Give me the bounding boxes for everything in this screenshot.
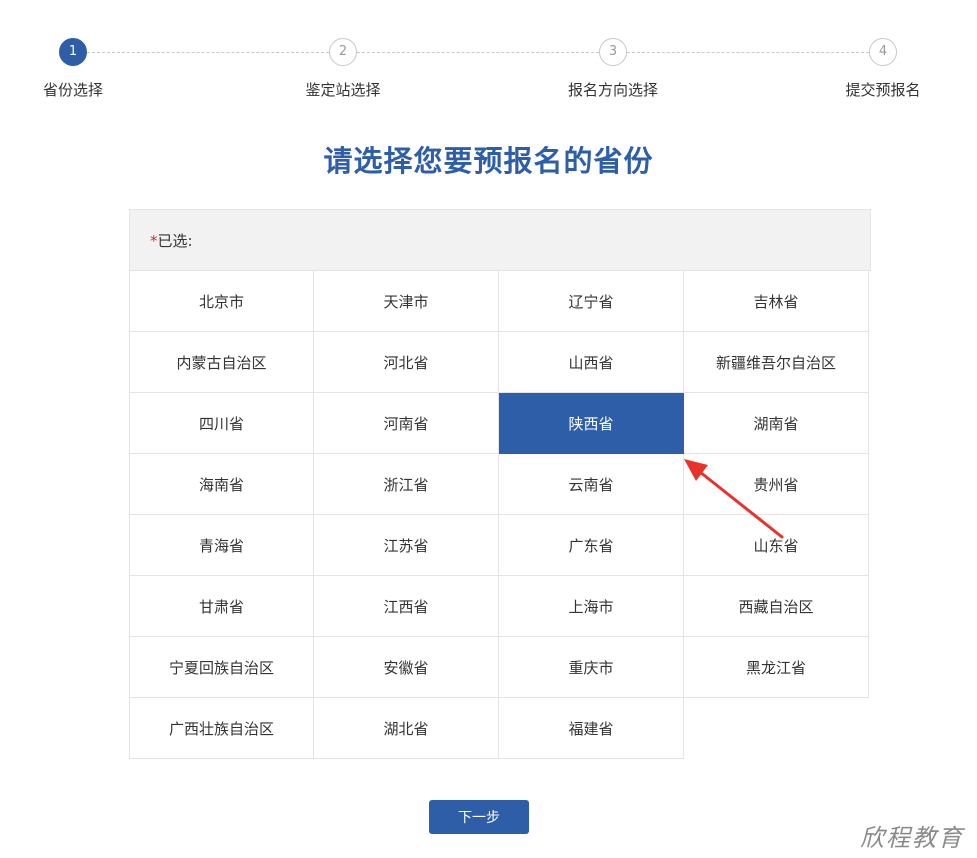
province-option[interactable]: 青海省	[129, 515, 314, 576]
province-grid: 北京市 天津市 辽宁省 吉林省内蒙古自治区 河北省 山西省 新疆维吾尔自治区四川省 河南省 陕西…	[129, 271, 871, 759]
step-connector	[357, 52, 599, 53]
watermark: 欣程教育	[860, 824, 964, 852]
province-option[interactable]: 辽宁省	[499, 271, 684, 332]
province-selector: *已选: 北京市 天津市 辽宁省 吉林省内蒙古自治区 河北省 山西省 新疆维吾尔自治区四川省…	[129, 209, 871, 759]
province-option[interactable]: 山东省	[684, 515, 869, 576]
province-option[interactable]: 北京市	[129, 271, 314, 332]
province-option[interactable]: 安徽省	[314, 637, 499, 698]
required-marker: *	[150, 232, 158, 250]
province-option[interactable]: 广西壮族自治区	[129, 698, 314, 759]
province-option[interactable]: 海南省	[129, 454, 314, 515]
step-2-circle: 2	[329, 38, 357, 66]
province-option[interactable]: 黑龙江省	[684, 637, 869, 698]
province-option[interactable]: 陕西省	[499, 393, 684, 454]
province-option[interactable]: 西藏自治区	[684, 576, 869, 637]
province-option[interactable]: 吉林省	[684, 271, 869, 332]
province-option[interactable]: 湖北省	[314, 698, 499, 759]
step-1-circle: 1	[59, 38, 87, 66]
province-option[interactable]: 湖南省	[684, 393, 869, 454]
province-option[interactable]: 江西省	[314, 576, 499, 637]
province-option[interactable]: 上海市	[499, 576, 684, 637]
step-3-label: 报名方向选择	[567, 81, 659, 99]
province-option[interactable]: 重庆市	[499, 637, 684, 698]
province-option[interactable]: 内蒙古自治区	[129, 332, 314, 393]
province-option[interactable]: 广东省	[499, 515, 684, 576]
province-option[interactable]: 宁夏回族自治区	[129, 637, 314, 698]
page-title: 请选择您要预报名的省份	[323, 144, 654, 178]
step-4-label: 提交预报名	[845, 81, 921, 99]
selected-province-bar: *已选:	[129, 209, 871, 271]
step-3-circle: 3	[599, 38, 627, 66]
selected-label: 已选:	[157, 232, 193, 250]
province-option[interactable]: 河南省	[314, 393, 499, 454]
progress-stepper: 1 2 3 4 省份选择 鉴定站选择 报名方向选择 提交预报名	[0, 0, 977, 110]
step-connector	[87, 52, 329, 53]
province-option[interactable]: 福建省	[499, 698, 684, 759]
province-option[interactable]: 山西省	[499, 332, 684, 393]
province-option[interactable]: 河北省	[314, 332, 499, 393]
next-step-button[interactable]: 下一步	[429, 800, 529, 834]
province-option[interactable]: 江苏省	[314, 515, 499, 576]
province-option[interactable]: 贵州省	[684, 454, 869, 515]
province-option[interactable]: 天津市	[314, 271, 499, 332]
step-4-circle: 4	[869, 38, 897, 66]
step-1-label: 省份选择	[42, 81, 104, 99]
province-option[interactable]: 四川省	[129, 393, 314, 454]
step-connector	[627, 52, 869, 53]
step-2-label: 鉴定站选择	[305, 81, 381, 99]
province-option[interactable]: 云南省	[499, 454, 684, 515]
province-option[interactable]: 新疆维吾尔自治区	[684, 332, 869, 393]
province-option[interactable]: 浙江省	[314, 454, 499, 515]
province-option[interactable]: 甘肃省	[129, 576, 314, 637]
